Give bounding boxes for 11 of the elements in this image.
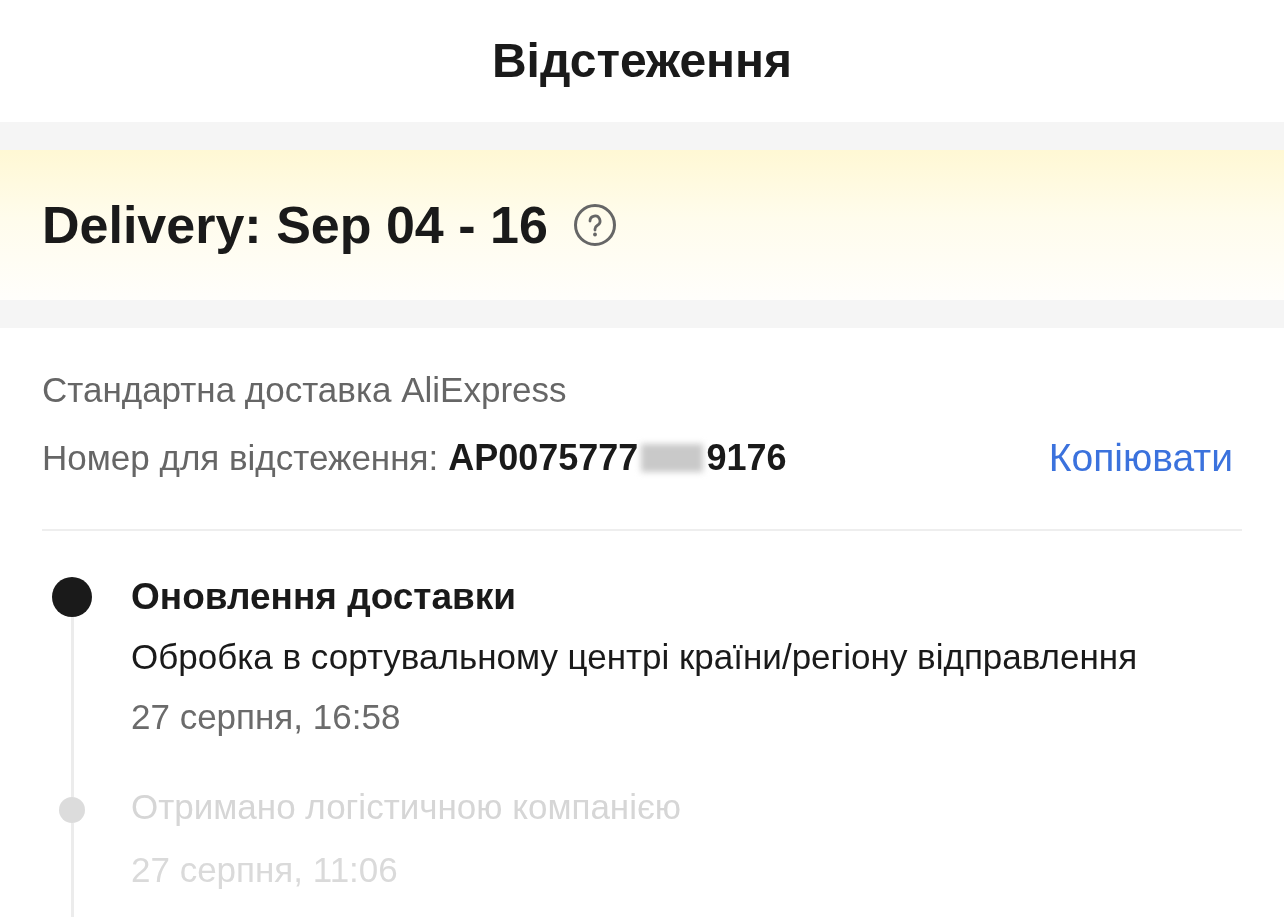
tracking-label: Номер для відстеження: xyxy=(42,437,439,479)
shipping-method: Стандартна доставка AliExpress xyxy=(42,369,567,411)
tracking-number: 9176 xyxy=(706,436,787,480)
delivery-estimate: Delivery: Sep 04 - 16 xyxy=(42,195,548,256)
event-heading: Оновлення доставки xyxy=(131,575,517,619)
event-description: Обробка в сортувальному центрі країни/регіону відправлення xyxy=(131,636,1138,678)
page-title: Відстеження xyxy=(491,33,793,89)
help-icon[interactable] xyxy=(573,204,616,246)
tracking-number: AP0075777 xyxy=(448,436,639,480)
event-time: 27 серпня, 16:58 xyxy=(131,696,401,738)
copy-button[interactable]: Копіювати xyxy=(1048,436,1233,480)
